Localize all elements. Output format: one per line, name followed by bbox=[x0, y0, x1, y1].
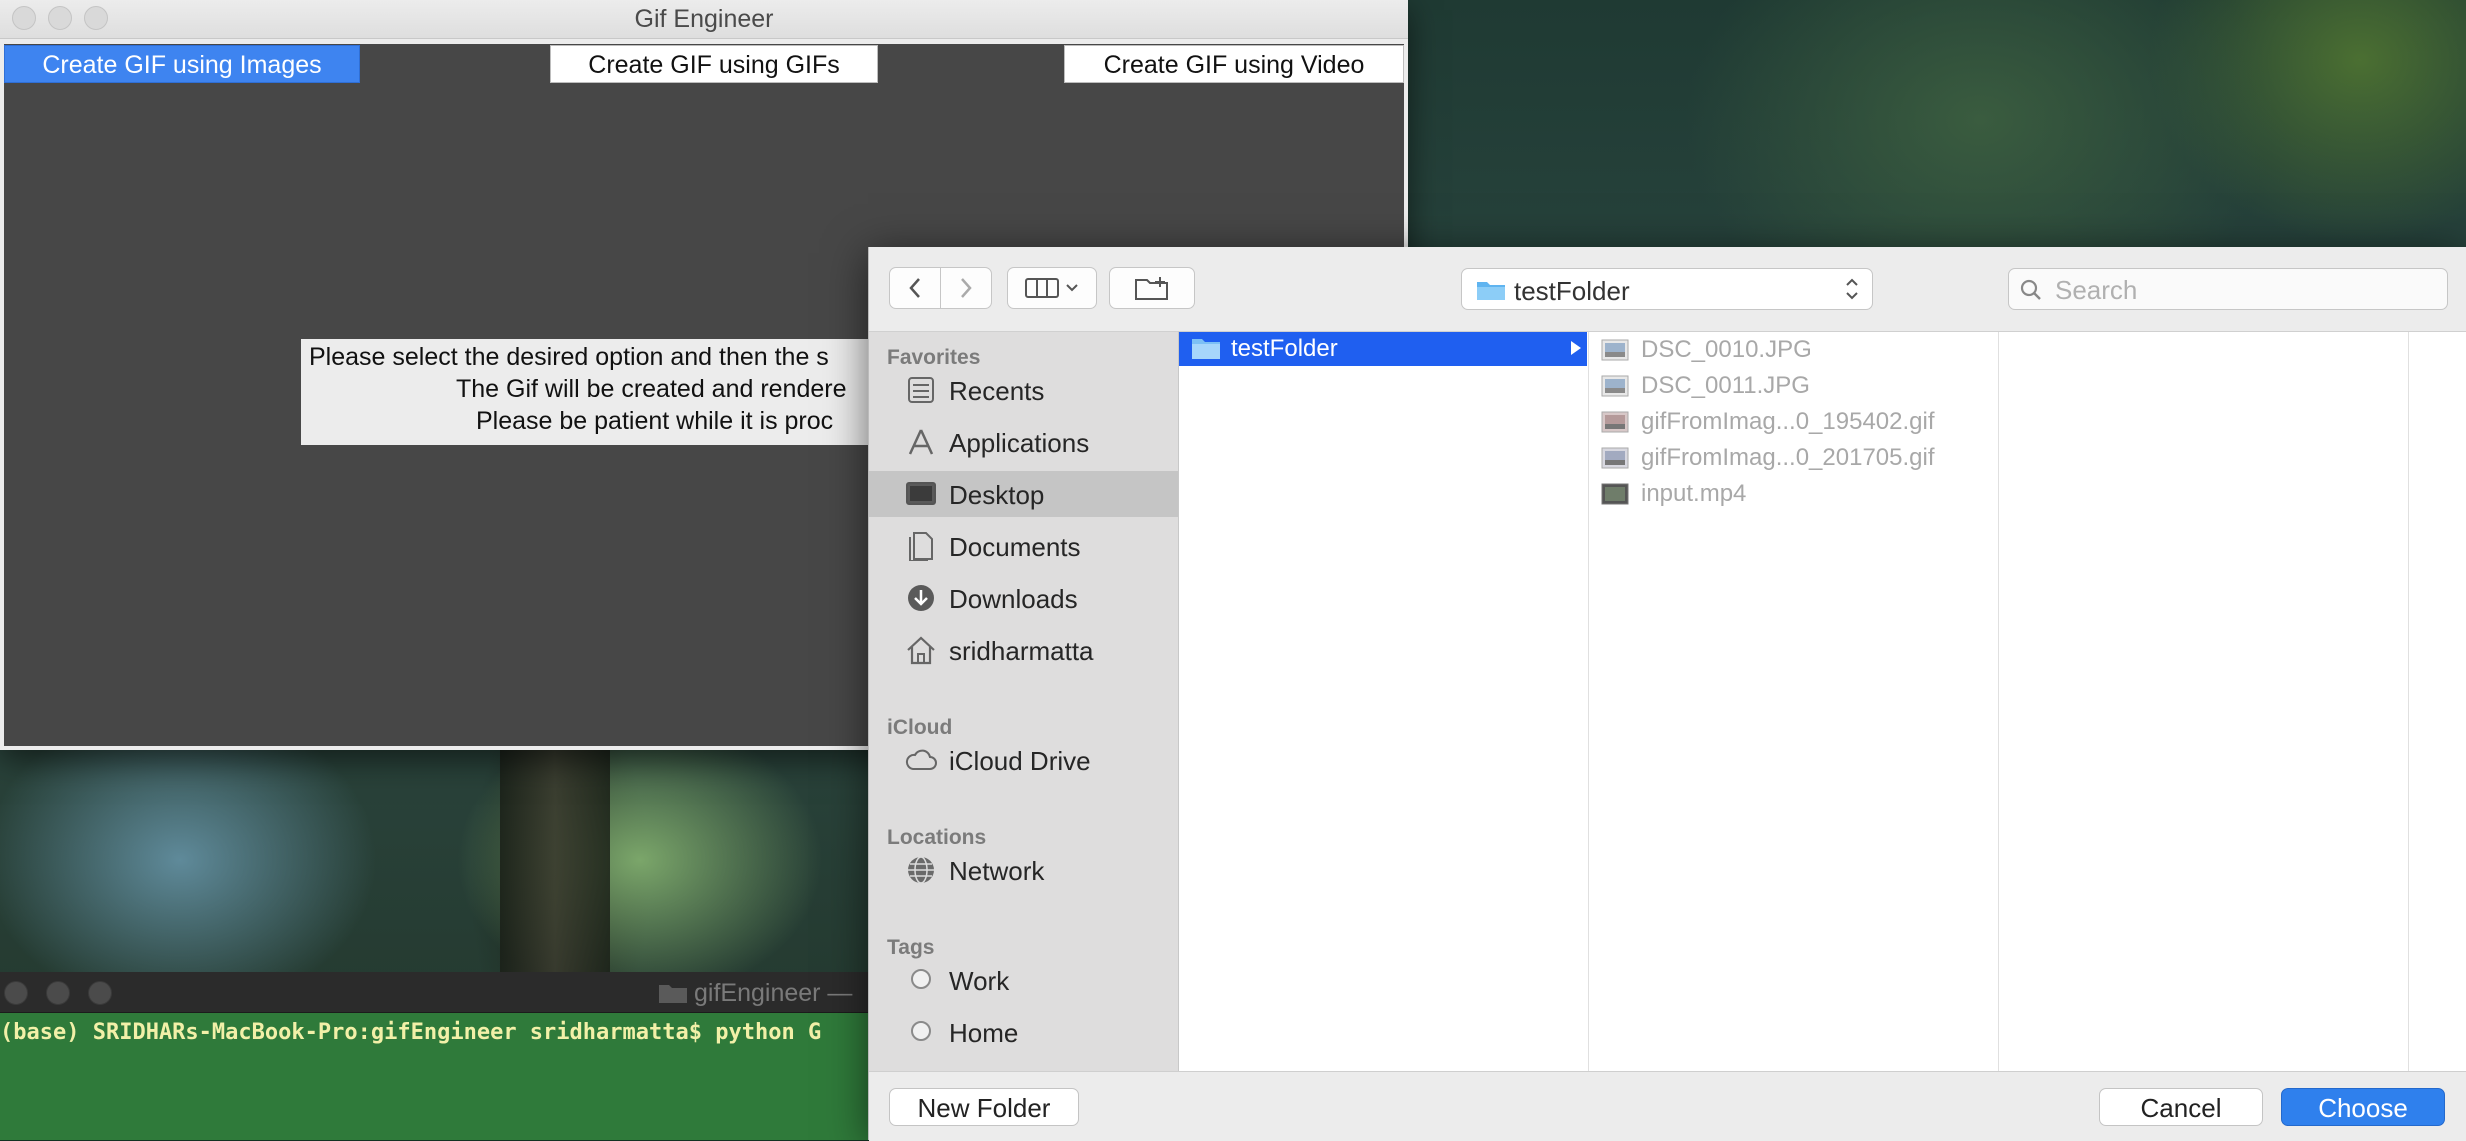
sidebar-tag-work[interactable]: Work bbox=[869, 957, 1178, 1003]
sidebar-item-applications[interactable]: Applications bbox=[869, 419, 1178, 465]
folder-icon bbox=[1477, 282, 1505, 300]
applications-icon bbox=[908, 429, 934, 455]
sidebar-item-desktop[interactable]: Desktop bbox=[869, 471, 1178, 517]
downloads-icon bbox=[908, 585, 934, 611]
instruction-line-2: The Gif will be created and rendere bbox=[456, 375, 847, 403]
terminal-close-button[interactable] bbox=[4, 981, 28, 1005]
sidebar-item-label: sridharmatta bbox=[949, 636, 1094, 666]
search-icon bbox=[2020, 279, 2041, 300]
search-field[interactable] bbox=[2008, 268, 2448, 310]
instructions-panel: Please select the desired option and the… bbox=[301, 339, 921, 445]
gif-icon bbox=[1601, 447, 1629, 469]
sidebar-item-documents[interactable]: Documents bbox=[869, 523, 1178, 569]
video-icon bbox=[1601, 483, 1629, 505]
sidebar-item-label: Downloads bbox=[949, 584, 1078, 614]
app-title: Gif Engineer bbox=[634, 5, 774, 33]
disclosure-arrow-icon bbox=[1571, 341, 1581, 355]
sidebar-item-label: iCloud Drive bbox=[949, 746, 1091, 776]
sidebar-item-recents[interactable]: Recents bbox=[869, 367, 1178, 413]
image-icon bbox=[1601, 339, 1629, 361]
folder-row-label: testFolder bbox=[1231, 335, 1338, 362]
new-folder-toolbar-button[interactable] bbox=[1109, 267, 1195, 309]
file-name: gifFromImag...0_201705.gif bbox=[1641, 444, 1935, 471]
file-row[interactable]: DSC_0011.JPG bbox=[1589, 368, 1997, 404]
chevron-right-icon bbox=[961, 278, 972, 298]
updown-chevron-icon bbox=[1846, 278, 1858, 300]
tab-create-gif-video[interactable]: Create GIF using Video bbox=[1064, 45, 1404, 83]
folder-icon bbox=[1192, 339, 1220, 359]
search-input[interactable] bbox=[2053, 273, 2437, 307]
column-3 bbox=[1999, 332, 2409, 1072]
cancel-button[interactable]: Cancel bbox=[2099, 1088, 2263, 1126]
terminal-zoom-button[interactable] bbox=[88, 981, 112, 1005]
terminal-window-controls bbox=[4, 981, 112, 1005]
folder-path-popup[interactable]: testFolder bbox=[1461, 268, 1873, 310]
wallpaper-tree-trunk bbox=[500, 750, 610, 975]
network-icon bbox=[908, 856, 934, 884]
tag-circle-icon bbox=[911, 1021, 931, 1041]
file-name: DSC_0011.JPG bbox=[1641, 372, 1810, 399]
gif-icon bbox=[1601, 411, 1629, 433]
dialog-sidebar: Favorites Recents Applications Desktop D… bbox=[869, 331, 1179, 1071]
chevron-left-icon bbox=[909, 278, 920, 298]
terminal-titlebar[interactable]: gifEngineer — bbox=[0, 972, 880, 1013]
forward-button[interactable] bbox=[940, 267, 992, 309]
folder-row-testfolder[interactable]: testFolder bbox=[1179, 332, 1587, 366]
terminal-title-text: gifEngineer — bbox=[694, 979, 853, 1007]
desktop-icon bbox=[906, 482, 936, 505]
recents-icon bbox=[908, 377, 934, 403]
home-icon bbox=[907, 636, 935, 665]
sidebar-item-label: Work bbox=[949, 966, 1010, 996]
sidebar-item-label: Network bbox=[949, 856, 1045, 886]
column-2: DSC_0010.JPG DSC_0011.JPG gifFromImag...… bbox=[1589, 332, 1999, 1072]
file-row[interactable]: input.mp4 bbox=[1589, 476, 1997, 512]
documents-icon bbox=[909, 532, 933, 561]
chevron-down-icon bbox=[1066, 284, 1078, 292]
file-name: input.mp4 bbox=[1641, 480, 1747, 507]
file-name: gifFromImag...0_195402.gif bbox=[1641, 408, 1935, 435]
columns-view-icon bbox=[1025, 278, 1059, 298]
file-row[interactable]: gifFromImag...0_201705.gif bbox=[1589, 440, 1997, 476]
terminal-window: gifEngineer — (base) SRIDHARs-MacBook-Pr… bbox=[0, 972, 880, 1140]
sidebar-item-network[interactable]: Network bbox=[869, 847, 1178, 893]
sidebar-item-sridharmatta[interactable]: sridharmatta bbox=[869, 627, 1178, 673]
terminal-title: gifEngineer — bbox=[658, 979, 852, 1008]
choose-button[interactable]: Choose bbox=[2281, 1088, 2445, 1126]
file-name: DSC_0010.JPG bbox=[1641, 336, 1812, 363]
current-folder-label: testFolder bbox=[1514, 276, 1630, 306]
tab-create-gif-gifs[interactable]: Create GIF using GIFs bbox=[550, 45, 878, 83]
sidebar-item-downloads[interactable]: Downloads bbox=[869, 575, 1178, 621]
sidebar-item-icloud-drive[interactable]: iCloud Drive bbox=[869, 737, 1178, 783]
instruction-line-1: Please select the desired option and the… bbox=[309, 343, 829, 371]
view-mode-button[interactable] bbox=[1007, 267, 1097, 309]
tag-circle-icon bbox=[911, 969, 931, 989]
file-row[interactable]: DSC_0010.JPG bbox=[1589, 332, 1997, 368]
app-titlebar[interactable]: Gif Engineer bbox=[0, 0, 1408, 39]
tab-create-gif-images[interactable]: Create GIF using Images bbox=[4, 45, 360, 83]
sidebar-tag-home[interactable]: Home bbox=[869, 1009, 1178, 1055]
sidebar-item-label: Desktop bbox=[949, 480, 1045, 510]
instruction-line-3: Please be patient while it is proc bbox=[476, 407, 834, 435]
sidebar-item-label: Recents bbox=[949, 376, 1045, 406]
file-row[interactable]: gifFromImag...0_195402.gif bbox=[1589, 404, 1997, 440]
dialog-footer: New Folder Cancel Choose bbox=[869, 1071, 2466, 1141]
image-icon bbox=[1601, 375, 1629, 397]
folder-icon bbox=[659, 985, 687, 1003]
back-button[interactable] bbox=[889, 267, 941, 309]
sidebar-item-label: Documents bbox=[949, 532, 1081, 562]
open-file-dialog: testFolder Favorites Recents Application… bbox=[868, 247, 2466, 1141]
column-1: testFolder bbox=[1179, 332, 1589, 1072]
column-browser: testFolder DSC_0010.JPG DSC_0011.JPG gif… bbox=[1179, 331, 2466, 1072]
cloud-icon bbox=[905, 749, 937, 770]
terminal-prompt-line[interactable]: (base) SRIDHARs-MacBook-Pro:gifEngineer … bbox=[0, 1020, 821, 1045]
dialog-toolbar: testFolder bbox=[869, 247, 2466, 331]
sidebar-item-label: Applications bbox=[949, 428, 1090, 458]
sidebar-item-label: Home bbox=[949, 1018, 1019, 1048]
terminal-minimize-button[interactable] bbox=[46, 981, 70, 1005]
new-folder-icon bbox=[1135, 277, 1168, 300]
new-folder-button[interactable]: New Folder bbox=[889, 1088, 1079, 1126]
